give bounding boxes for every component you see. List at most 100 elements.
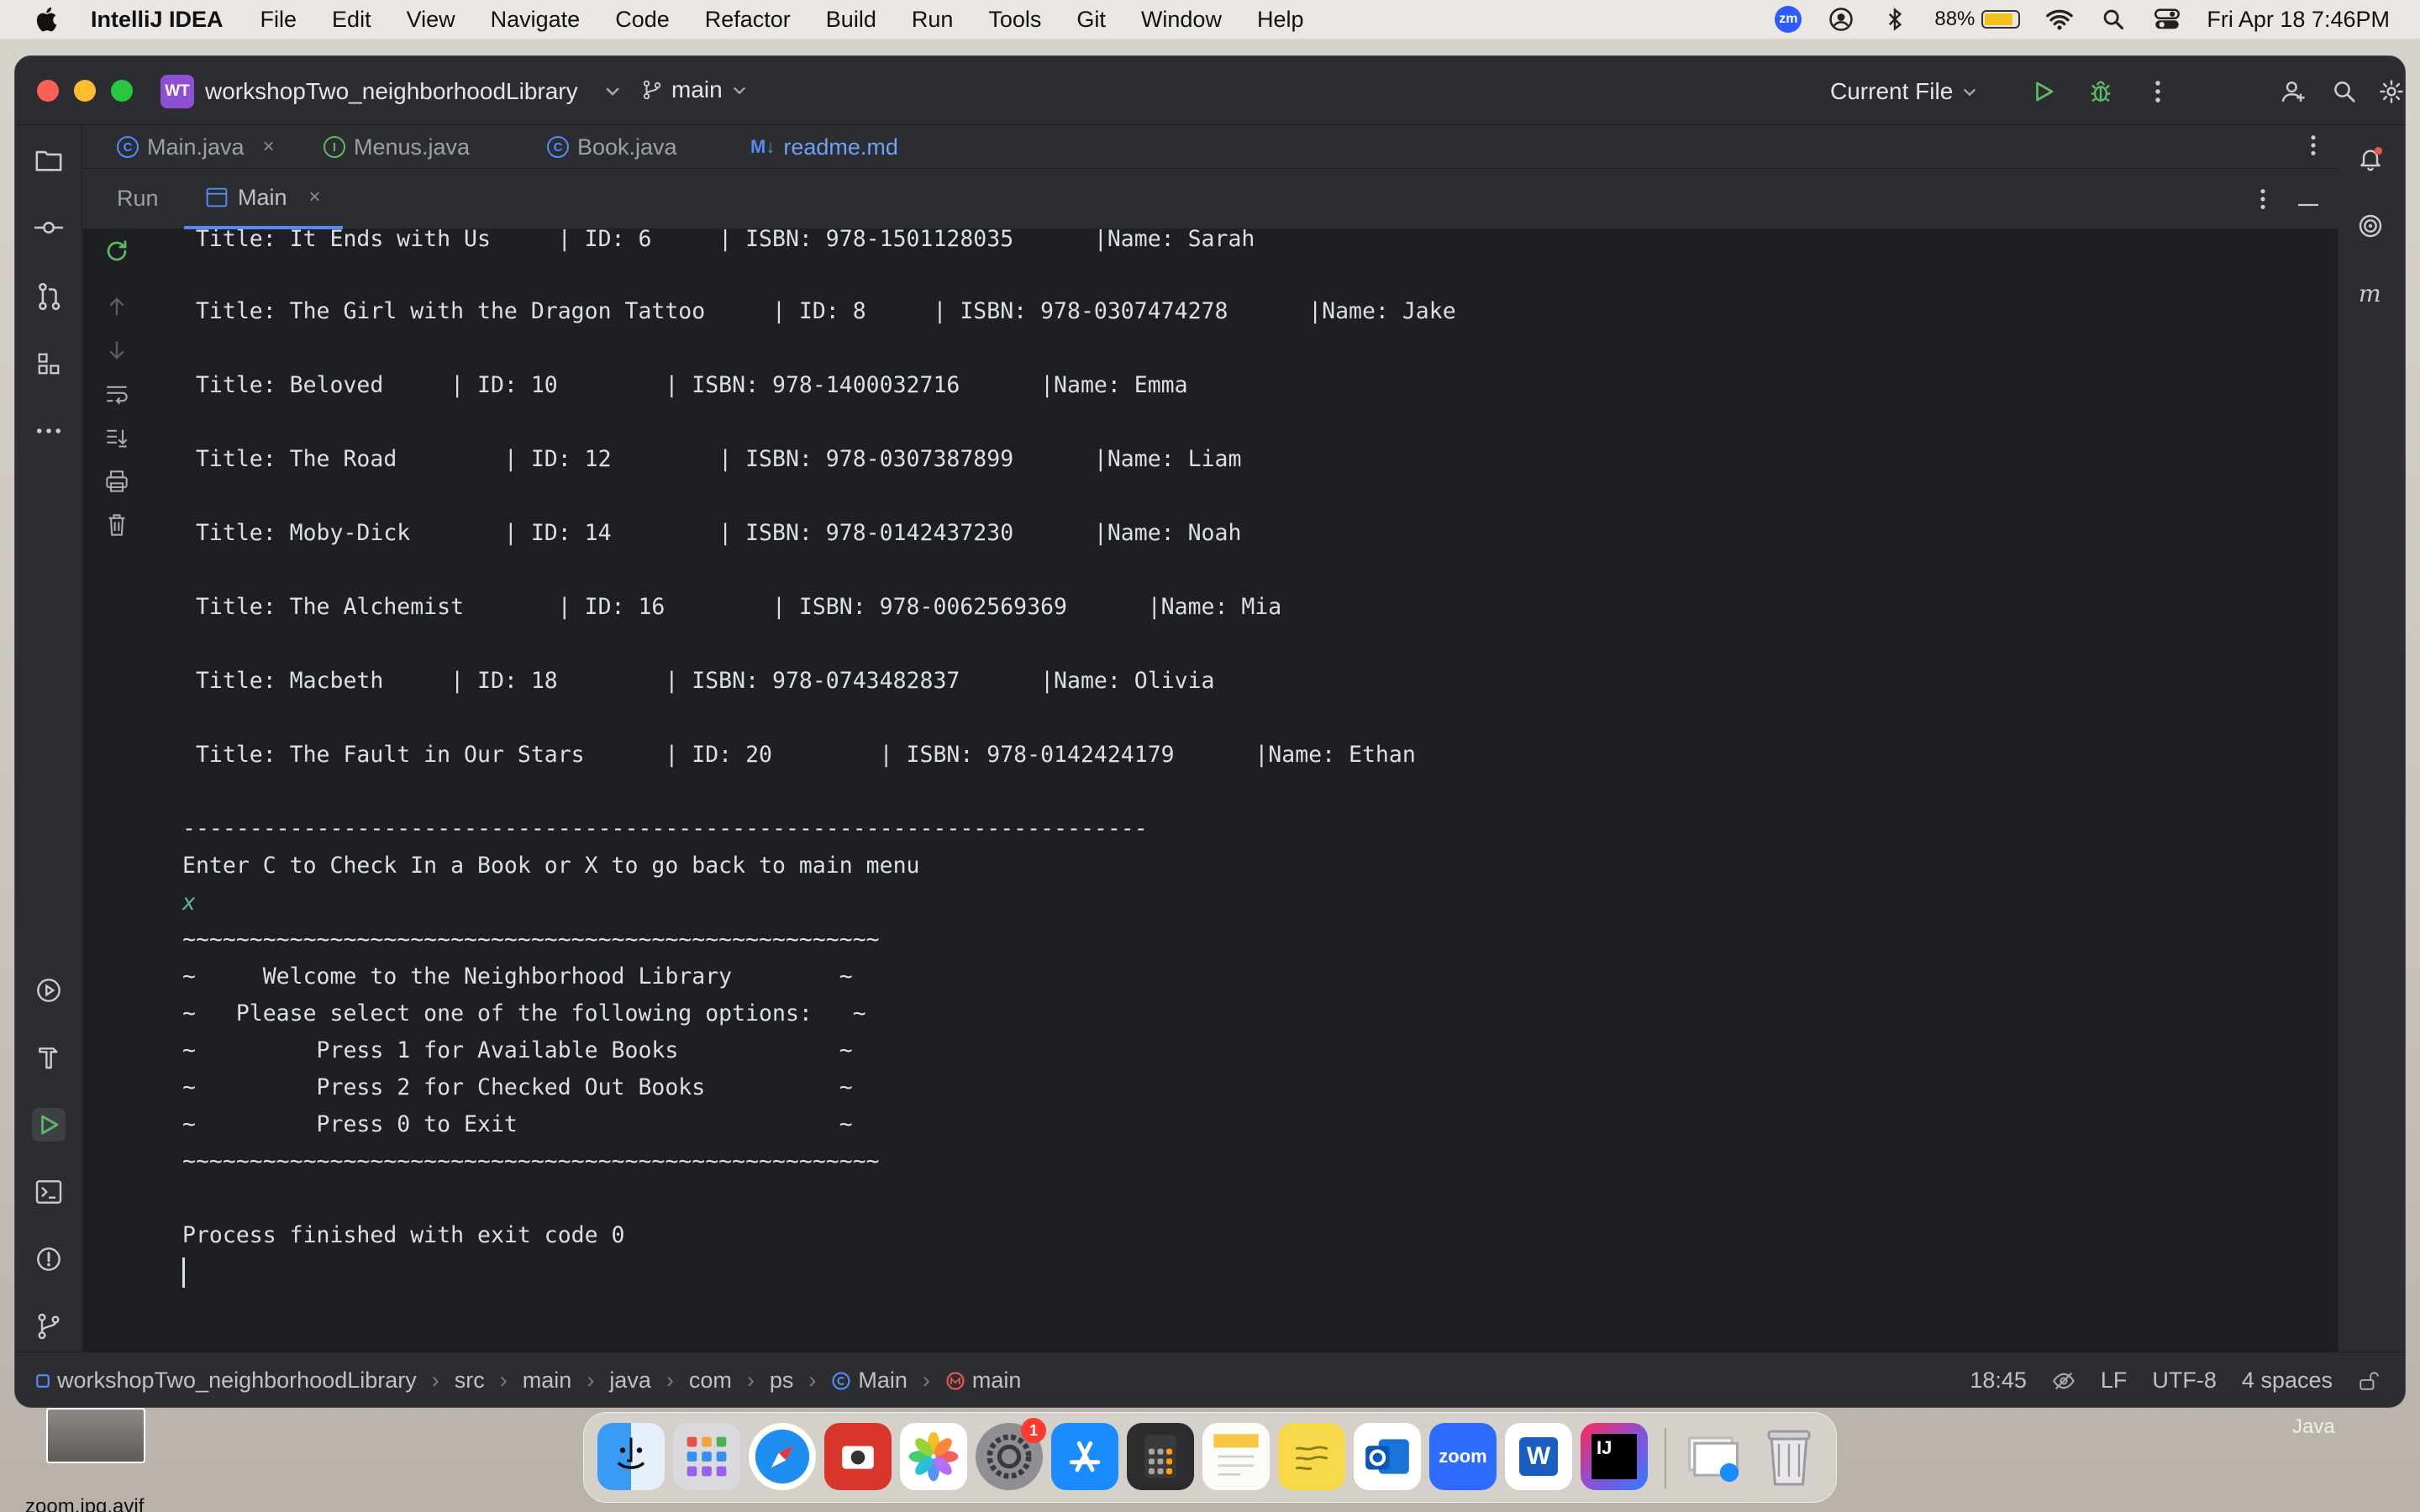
breadcrumb-project[interactable]: workshopTwo_neighborhoodLibrary: [57, 1368, 417, 1394]
menu-refactor[interactable]: Refactor: [705, 7, 791, 33]
system-settings-icon[interactable]: 1: [976, 1418, 1046, 1490]
menu-file[interactable]: File: [260, 7, 297, 33]
apple-menu-icon[interactable]: [34, 5, 62, 34]
inspections-off-icon[interactable]: [2052, 1369, 2075, 1393]
settings-gear-icon[interactable]: [2375, 75, 2405, 108]
project-badge[interactable]: WT: [160, 75, 194, 108]
zoom-window-button[interactable]: [111, 80, 133, 102]
menu-build[interactable]: Build: [826, 7, 876, 33]
trash-icon[interactable]: [1755, 1423, 1823, 1490]
run-configuration-selector[interactable]: Current File: [1830, 78, 1978, 105]
app-menu-intellij[interactable]: IntelliJ IDEA: [91, 7, 224, 33]
debug-icon[interactable]: [2084, 75, 2118, 108]
close-run-tab-icon[interactable]: ×: [309, 186, 321, 209]
menu-run[interactable]: Run: [912, 7, 954, 33]
finder-icon[interactable]: [597, 1423, 665, 1490]
photo-booth-icon[interactable]: [824, 1423, 892, 1490]
tab-book-java[interactable]: C Book.java: [547, 130, 677, 164]
pull-requests-icon[interactable]: [32, 280, 66, 313]
ai-assistant-icon[interactable]: [2354, 209, 2387, 243]
menu-edit[interactable]: Edit: [332, 7, 371, 33]
close-tab-icon[interactable]: ×: [263, 135, 275, 159]
safari-icon[interactable]: [749, 1423, 816, 1490]
caret-position[interactable]: 18:45: [1970, 1368, 2027, 1394]
git-branch-selector[interactable]: main: [641, 76, 748, 103]
menu-tools[interactable]: Tools: [988, 7, 1041, 33]
run-icon[interactable]: [2027, 75, 2060, 108]
more-tool-windows-icon[interactable]: [32, 414, 66, 448]
problems-icon[interactable]: [32, 1242, 66, 1276]
git-icon[interactable]: [32, 1310, 66, 1343]
control-center-icon[interactable]: [2153, 5, 2181, 34]
outlook-icon[interactable]: [1354, 1423, 1421, 1490]
photos-icon[interactable]: [900, 1423, 967, 1490]
app-store-icon[interactable]: [1051, 1423, 1118, 1490]
desktop-file-thumbnail[interactable]: [46, 1408, 145, 1463]
minimize-window-button[interactable]: [74, 80, 96, 102]
notifications-bell-icon[interactable]: [2354, 142, 2387, 176]
maven-icon[interactable]: m: [2354, 276, 2387, 310]
menu-navigate[interactable]: Navigate: [491, 7, 581, 33]
breadcrumb-main-method[interactable]: main: [945, 1368, 1021, 1394]
menu-help[interactable]: Help: [1257, 7, 1304, 33]
chevron-down-icon[interactable]: [603, 81, 622, 100]
breadcrumb-main-class[interactable]: Main: [831, 1368, 908, 1394]
scroll-up-arrow-icon[interactable]: [103, 293, 130, 320]
breadcrumb-main-folder[interactable]: main: [523, 1368, 572, 1394]
file-encoding[interactable]: UTF-8: [2152, 1368, 2217, 1394]
print-icon[interactable]: [103, 468, 130, 495]
zoom-app-icon[interactable]: zoom: [1429, 1423, 1497, 1490]
menubar-clock[interactable]: Fri Apr 18 7:46PM: [2207, 7, 2390, 33]
downloads-stack-icon[interactable]: [1680, 1423, 1747, 1490]
project-selector[interactable]: workshopTwo_neighborhoodLibrary: [205, 78, 578, 105]
scroll-to-end-icon[interactable]: [103, 424, 130, 451]
terminal-icon[interactable]: [32, 1175, 66, 1209]
soft-wrap-icon[interactable]: [103, 381, 130, 407]
word-icon[interactable]: W: [1505, 1423, 1572, 1490]
wifi-icon[interactable]: [2045, 5, 2074, 34]
tab-readme-md[interactable]: M↓ readme.md: [750, 130, 898, 164]
breadcrumb-ps[interactable]: ps: [770, 1368, 794, 1394]
build-hammer-icon[interactable]: [32, 1041, 66, 1074]
breadcrumb-src[interactable]: src: [455, 1368, 485, 1394]
structure-icon[interactable]: [32, 347, 66, 381]
project-view-folder-icon[interactable]: [32, 144, 66, 177]
launchpad-icon[interactable]: [673, 1423, 740, 1490]
tab-menus-java[interactable]: I Menus.java: [324, 130, 470, 164]
tab-main-java[interactable]: C Main.java ×: [117, 130, 275, 164]
notes-icon[interactable]: [1202, 1423, 1270, 1490]
more-actions-icon[interactable]: [2141, 75, 2175, 108]
add-collaborator-icon[interactable]: [2277, 75, 2311, 108]
readonly-lock-icon[interactable]: [2358, 1370, 2380, 1392]
scroll-down-arrow-icon[interactable]: [103, 337, 130, 364]
run-tool-window-icon[interactable]: [32, 1108, 66, 1142]
calculator-icon[interactable]: [1127, 1423, 1194, 1490]
clear-trash-icon[interactable]: [103, 512, 130, 538]
breadcrumb-com[interactable]: com: [689, 1368, 732, 1394]
menu-code[interactable]: Code: [615, 7, 670, 33]
menu-git[interactable]: Git: [1076, 7, 1106, 33]
user-account-icon[interactable]: [1827, 5, 1855, 34]
zoom-status-icon[interactable]: zm: [1775, 6, 1802, 33]
console-output[interactable]: Title: It Ends with Us | ID: 6 | ISBN: 9…: [150, 229, 2338, 1405]
menu-view[interactable]: View: [407, 7, 455, 33]
intellij-dock-icon[interactable]: IJ: [1581, 1423, 1648, 1490]
breadcrumb-java[interactable]: java: [609, 1368, 651, 1394]
services-icon[interactable]: [32, 974, 66, 1007]
commit-icon[interactable]: [32, 211, 66, 244]
indent-setting[interactable]: 4 spaces: [2242, 1368, 2333, 1394]
run-panel-options-icon[interactable]: [2260, 187, 2266, 215]
line-separator[interactable]: LF: [2101, 1368, 2128, 1394]
run-tab-main[interactable]: Main ×: [184, 169, 343, 229]
tab-options-icon[interactable]: [2310, 134, 2317, 161]
menu-window[interactable]: Window: [1141, 7, 1222, 33]
search-everywhere-icon[interactable]: [2328, 75, 2361, 108]
minimize-panel-icon[interactable]: [2296, 196, 2320, 211]
desktop-file-label[interactable]: zoom.jpg.avif: [25, 1495, 144, 1512]
bluetooth-icon[interactable]: [1881, 5, 1909, 34]
rerun-icon[interactable]: [103, 238, 130, 265]
stickies-icon[interactable]: [1278, 1423, 1345, 1490]
close-window-button[interactable]: [37, 80, 59, 102]
battery-indicator[interactable]: 88%: [1934, 8, 2021, 31]
spotlight-search-icon[interactable]: [2099, 5, 2128, 34]
